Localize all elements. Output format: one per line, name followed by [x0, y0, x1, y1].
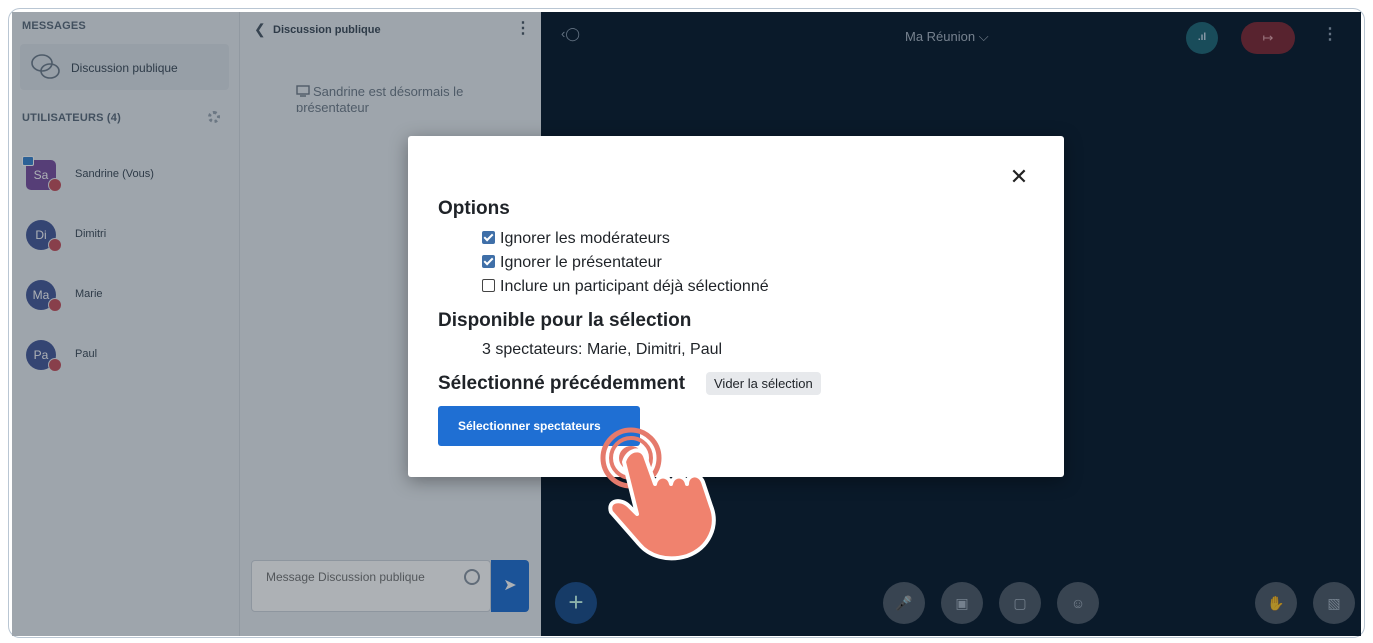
option-label: Ignorer le présentateur [500, 254, 662, 271]
checkbox-checked[interactable] [482, 255, 495, 268]
option-label: Ignorer les modérateurs [500, 230, 670, 247]
checkbox-unchecked[interactable] [482, 279, 495, 292]
option-ignore-presenter[interactable]: Ignorer le présentateur [482, 253, 662, 273]
app-window: MESSAGES Discussion publique UTILISATEUR… [12, 12, 1361, 636]
random-user-modal: ✕ Options Ignorer les modérateurs Ignore… [408, 136, 1064, 477]
available-heading: Disponible pour la sélection [438, 310, 692, 331]
available-users-text: 3 spectateurs: Marie, Dimitri, Paul [482, 341, 723, 358]
clear-selection-button[interactable]: Vider la sélection [706, 372, 821, 395]
close-icon[interactable]: ✕ [1008, 166, 1030, 188]
checkbox-checked[interactable] [482, 231, 495, 244]
previous-heading: Sélectionné précédemment [438, 373, 686, 394]
option-label: Inclure un participant déjà sélectionné [500, 278, 769, 295]
options-heading: Options [438, 198, 510, 219]
pointer-hand-icon [600, 427, 716, 561]
option-include-selected[interactable]: Inclure un participant déjà sélectionné [482, 277, 769, 297]
option-ignore-moderators[interactable]: Ignorer les modérateurs [482, 229, 670, 249]
